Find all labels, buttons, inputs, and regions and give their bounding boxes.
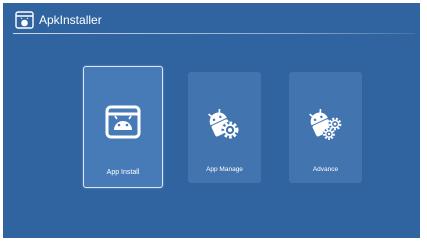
app-manage-label: App Manage — [206, 166, 243, 173]
android-box-icon — [104, 103, 142, 141]
app-install-label: App Install — [106, 169, 140, 176]
apk-installer-logo-icon — [15, 11, 34, 29]
android-gear-icon — [206, 106, 242, 142]
advance-label: Advance — [312, 166, 339, 173]
title-divider — [13, 33, 415, 34]
title-bar: ApkInstaller — [3, 3, 420, 39]
app-screen: ApkInstaller App Install App Manage Adva… — [3, 3, 420, 238]
app-title: ApkInstaller — [39, 13, 102, 27]
android-gears-icon — [307, 106, 343, 142]
advance-tile[interactable]: Advance — [289, 72, 362, 183]
app-manage-tile[interactable]: App Manage — [188, 72, 261, 183]
app-install-tile[interactable]: App Install — [83, 66, 163, 188]
